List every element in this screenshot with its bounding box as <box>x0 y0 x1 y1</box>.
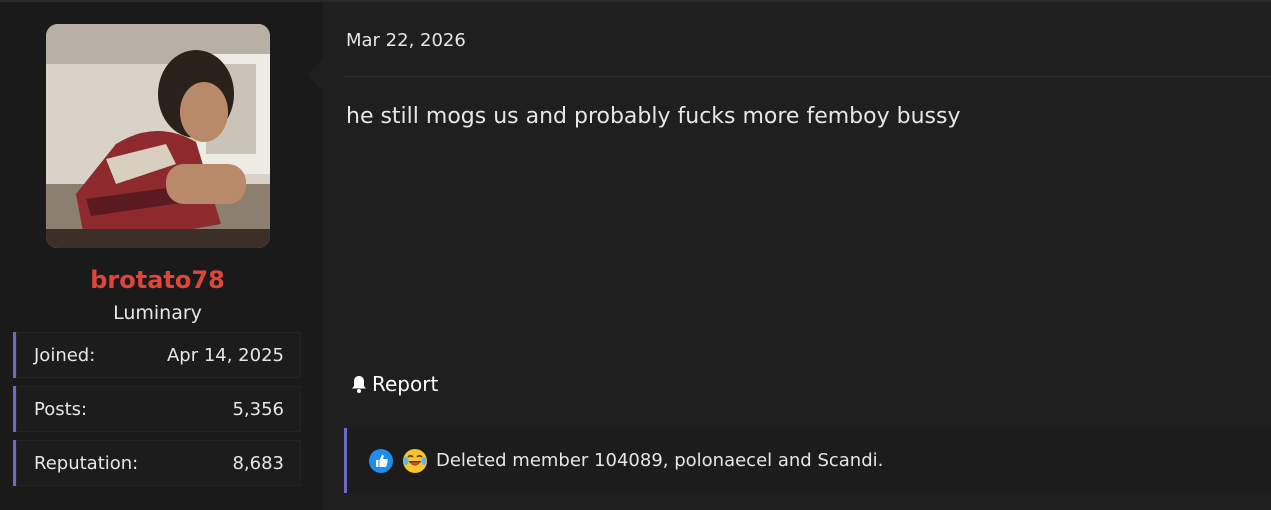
reactions-bar[interactable]: Deleted member 104089, polonaecel and Sc… <box>344 428 1271 493</box>
stat-joined: Joined: Apr 14, 2025 <box>13 332 301 378</box>
user-sidebar: brotato78 Luminary Joined: Apr 14, 2025 … <box>0 2 323 510</box>
stat-posts: Posts: 5,356 <box>13 386 301 432</box>
stat-label: Reputation: <box>34 452 139 474</box>
bell-icon <box>352 376 366 393</box>
stat-label: Posts: <box>34 398 88 420</box>
reactions-text[interactable]: Deleted member 104089, polonaecel and Sc… <box>436 450 883 471</box>
report-label: Report <box>372 372 439 396</box>
post-body: he still mogs us and probably fucks more… <box>346 104 961 129</box>
avatar[interactable] <box>46 24 270 248</box>
post-header-divider <box>344 76 1271 77</box>
stat-label: Joined: <box>34 344 96 366</box>
stat-reputation: Reputation: 8,683 <box>13 440 301 486</box>
post-date[interactable]: Mar 22, 2026 <box>346 30 466 51</box>
post-pointer-arrow <box>307 58 324 92</box>
user-title: Luminary <box>113 302 202 324</box>
username[interactable]: brotato78 <box>0 266 315 294</box>
stat-value: Apr 14, 2025 <box>166 344 284 366</box>
laughing-crying-emoji-icon[interactable] <box>402 448 428 474</box>
avatar-image <box>46 24 270 248</box>
like-icon[interactable] <box>368 448 394 474</box>
stat-value: 5,356 <box>232 398 284 420</box>
report-button[interactable]: Report <box>349 372 438 396</box>
stat-value: 8,683 <box>232 452 284 474</box>
